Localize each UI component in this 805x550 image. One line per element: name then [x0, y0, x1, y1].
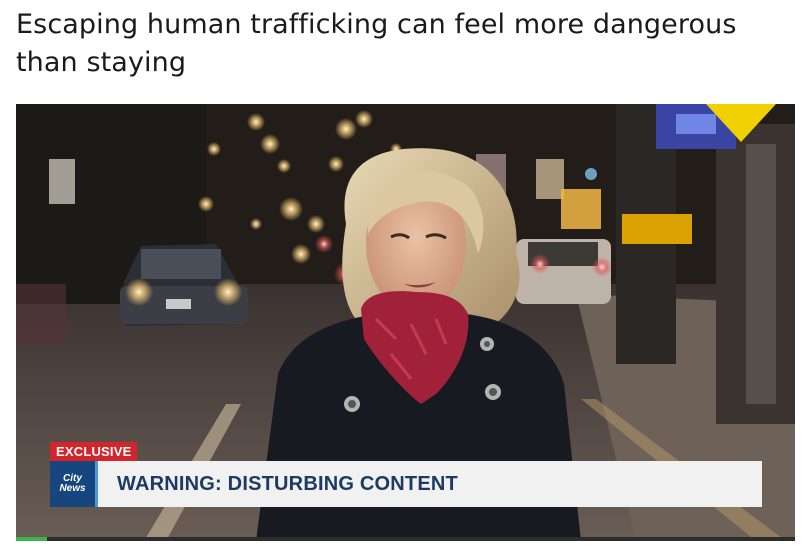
video-player[interactable]: EXCLUSIVE City News WARNING: DISTURBING …: [16, 104, 795, 541]
news-banner: City News WARNING: DISTURBING CONTENT: [50, 461, 762, 507]
logo-line-news: News: [59, 483, 86, 494]
exclusive-tag: EXCLUSIVE: [50, 442, 138, 461]
video-progress-bar[interactable]: [16, 537, 795, 541]
banner-warning-text: WARNING: DISTURBING CONTENT: [117, 472, 458, 495]
article-headline: Escaping human trafficking can feel more…: [16, 9, 737, 78]
video-progress-fill: [16, 537, 48, 541]
citynews-logo: City News: [50, 461, 98, 507]
